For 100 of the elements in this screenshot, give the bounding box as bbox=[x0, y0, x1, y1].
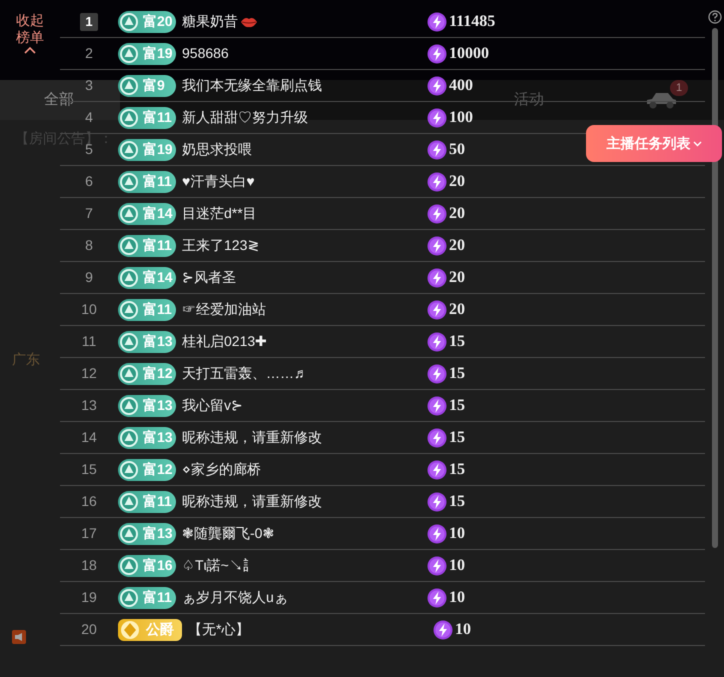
contribution-value: 15 bbox=[449, 460, 465, 480]
tree-emblem-icon bbox=[119, 332, 139, 352]
lightning-coin-icon bbox=[433, 620, 453, 640]
contribution-value: 10 bbox=[455, 620, 471, 640]
contribution-value: 15 bbox=[449, 492, 465, 512]
rank-number: 15 bbox=[81, 460, 97, 479]
rank-number: 14 bbox=[81, 428, 97, 447]
help-icon[interactable] bbox=[708, 10, 722, 24]
caret-up-icon bbox=[24, 46, 36, 54]
rank-number: 10 bbox=[81, 300, 97, 319]
contribution-value: 111485 bbox=[449, 12, 496, 32]
contribution-value: 15 bbox=[449, 396, 465, 416]
contribution-value: 15 bbox=[449, 428, 465, 448]
contribution-value: 15 bbox=[449, 364, 465, 384]
notification-count: 1 bbox=[670, 80, 688, 96]
lightning-coin-icon bbox=[427, 108, 447, 128]
lightning-coin-icon bbox=[427, 460, 447, 480]
lightning-coin-icon bbox=[427, 44, 447, 64]
level-badge: 富11 bbox=[118, 106, 176, 128]
user-name: ⋄家乡的廊桥 bbox=[182, 460, 261, 479]
contribution-value: 400 bbox=[449, 76, 473, 96]
contribution-value: 20 bbox=[449, 172, 465, 192]
rank-number: 12 bbox=[81, 364, 97, 383]
tree-emblem-icon bbox=[119, 44, 139, 64]
tree-emblem-icon bbox=[119, 204, 139, 224]
contribution-value: 20 bbox=[449, 300, 465, 320]
megaphone-icon[interactable] bbox=[12, 630, 26, 644]
lightning-coin-icon bbox=[427, 236, 447, 256]
contribution-value: 10 bbox=[449, 588, 465, 608]
user-name: 王来了123≷ bbox=[182, 236, 260, 255]
tree-emblem-icon bbox=[119, 140, 139, 160]
lightning-coin-icon bbox=[427, 76, 447, 96]
level-badge: 富13 bbox=[118, 394, 176, 416]
lightning-coin-icon bbox=[427, 140, 447, 160]
rank-number: 13 bbox=[81, 396, 97, 415]
user-name: ♤Tι諾~↘訁 bbox=[182, 556, 257, 575]
lightning-coin-icon bbox=[427, 492, 447, 512]
level-badge: 富16 bbox=[118, 554, 176, 576]
lightning-coin-icon bbox=[427, 428, 447, 448]
lightning-coin-icon bbox=[427, 300, 447, 320]
user-name: 958686 bbox=[182, 44, 229, 63]
rank-number: 17 bbox=[81, 524, 97, 543]
rank-number: 11 bbox=[82, 332, 96, 351]
contribution-value: 50 bbox=[449, 140, 465, 160]
level-badge: 富19 bbox=[118, 42, 176, 64]
rank-number: 3 bbox=[85, 76, 93, 95]
collapse-button[interactable]: 收起榜单 bbox=[15, 12, 45, 54]
contribution-value: 100 bbox=[449, 108, 473, 128]
lightning-coin-icon bbox=[427, 396, 447, 416]
lightning-coin-icon bbox=[427, 172, 447, 192]
rank-number: 20 bbox=[81, 620, 97, 639]
rank-number: 6 bbox=[85, 172, 93, 191]
rank-number: 8 bbox=[85, 236, 93, 255]
user-name: 天打五雷轰、……♬ bbox=[182, 364, 308, 383]
level-badge: 公爵 bbox=[118, 618, 182, 640]
tree-emblem-icon bbox=[119, 556, 139, 576]
user-name: 目迷茫d**目 bbox=[182, 204, 257, 223]
contribution-value: 20 bbox=[449, 236, 465, 256]
tree-emblem-icon bbox=[119, 12, 139, 32]
lightning-coin-icon bbox=[427, 204, 447, 224]
scrollbar-thumb[interactable] bbox=[712, 28, 718, 548]
user-name: 桂礼启0213✚ bbox=[182, 332, 268, 351]
level-badge: 富11 bbox=[118, 170, 176, 192]
lightning-coin-icon bbox=[427, 524, 447, 544]
tree-emblem-icon bbox=[119, 172, 139, 192]
contribution-value: 10 bbox=[449, 556, 465, 576]
contribution-value: 15 bbox=[449, 332, 465, 352]
tree-emblem-icon bbox=[119, 364, 139, 384]
user-name: 我心留v⊱ bbox=[182, 396, 243, 415]
contribution-value: 10000 bbox=[449, 44, 489, 64]
car-icon[interactable] bbox=[644, 90, 678, 110]
user-name: 昵称违规，请重新修改 bbox=[182, 428, 322, 447]
level-badge: 富9 bbox=[118, 74, 176, 96]
tree-emblem-icon bbox=[119, 76, 139, 96]
user-name: ❃随龔爾飞-0❃ bbox=[182, 524, 274, 543]
diamond-emblem-icon bbox=[120, 620, 140, 640]
user-name: ♥汗青头白♥ bbox=[182, 172, 255, 191]
level-badge: 富20 bbox=[118, 10, 176, 32]
user-name: ぁ岁月不饶人uぁ bbox=[182, 588, 288, 607]
lightning-coin-icon bbox=[427, 332, 447, 352]
rank-number: 4 bbox=[85, 108, 93, 127]
tree-emblem-icon bbox=[119, 460, 139, 480]
user-name: 【无*心】 bbox=[188, 620, 250, 639]
task-list-button[interactable]: 主播任务列表 bbox=[586, 125, 722, 162]
user-name: 新人甜甜♡努力升级 bbox=[182, 108, 308, 127]
level-badge: 富14 bbox=[118, 266, 176, 288]
contribution-value: 20 bbox=[449, 268, 465, 288]
lightning-coin-icon bbox=[427, 12, 447, 32]
user-name: 奶思求投喂 bbox=[182, 140, 252, 159]
level-badge: 富11 bbox=[118, 586, 176, 608]
level-badge: 富11 bbox=[118, 490, 176, 512]
level-badge: 富12 bbox=[118, 362, 176, 384]
user-name: ☞经爱加油站 bbox=[182, 300, 266, 319]
user-name: 糖果奶昔 bbox=[182, 12, 238, 31]
level-badge: 富11 bbox=[118, 234, 176, 256]
region-label: 广东 bbox=[12, 351, 40, 367]
level-badge: 富13 bbox=[118, 522, 176, 544]
tree-emblem-icon bbox=[119, 268, 139, 288]
lightning-coin-icon bbox=[427, 588, 447, 608]
contribution-value: 20 bbox=[449, 204, 465, 224]
